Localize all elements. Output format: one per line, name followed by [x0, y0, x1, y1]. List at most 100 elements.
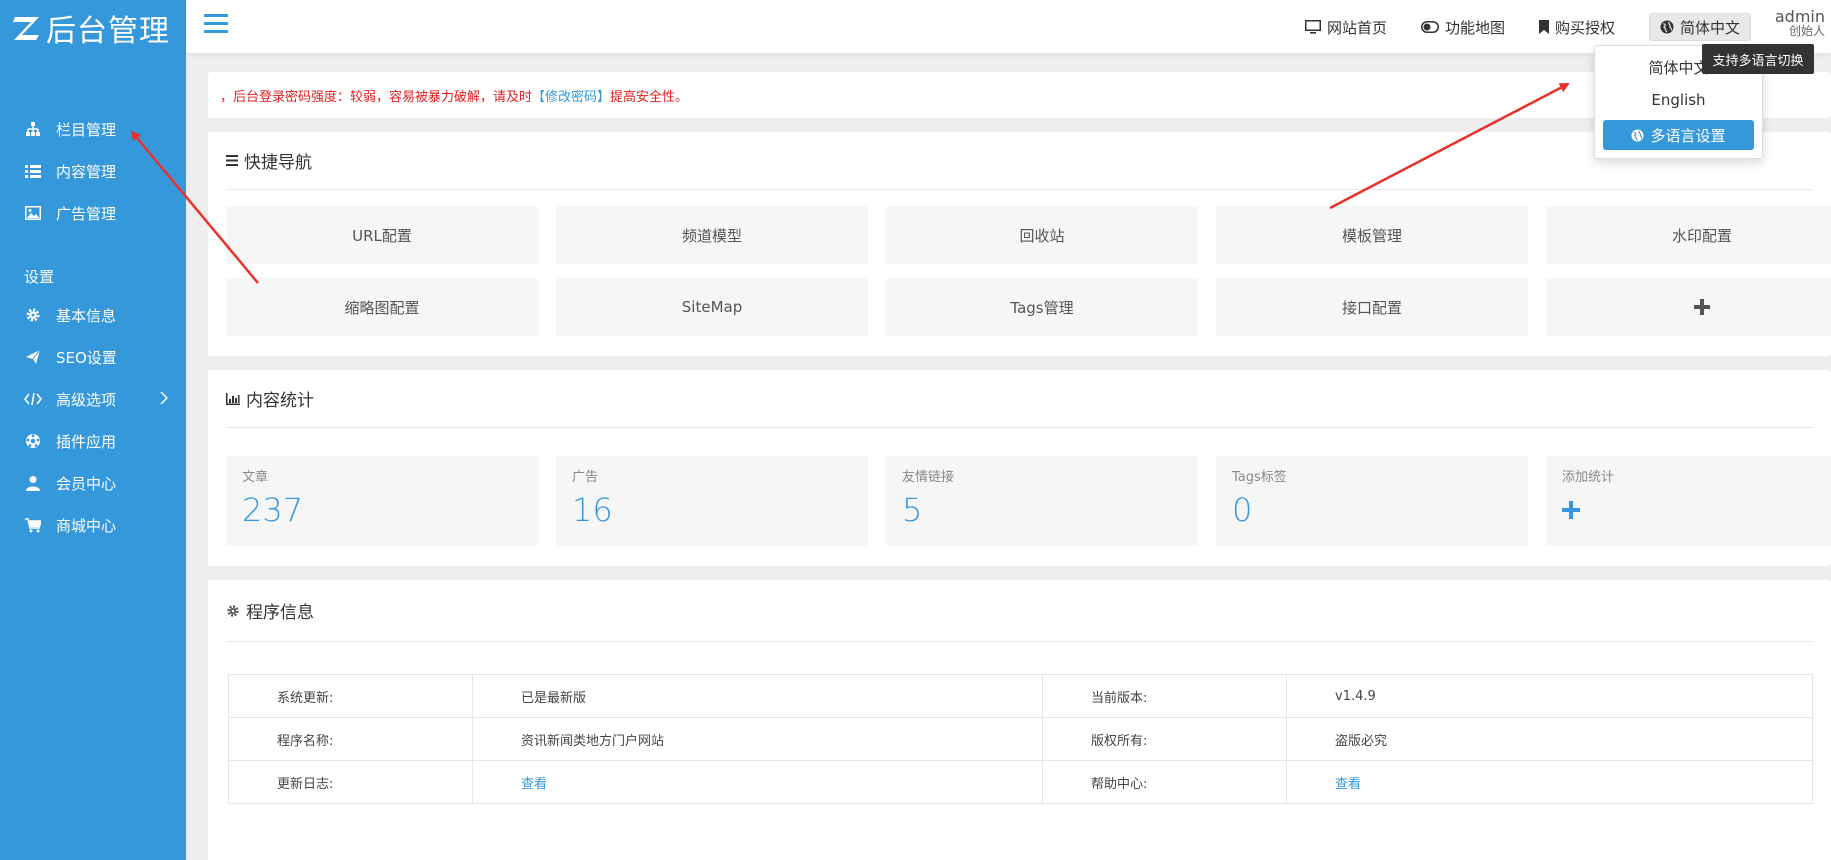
- logo-z-icon: [13, 17, 39, 40]
- quick-nav-item[interactable]: Tags管理: [886, 278, 1198, 336]
- buy-license-label: 购买授权: [1554, 18, 1615, 37]
- stat-card-tags[interactable]: Tags标签 0: [1216, 456, 1528, 546]
- stat-card-links[interactable]: 友情链接 5: [886, 456, 1198, 546]
- sidebar-item-columns[interactable]: 栏目管理: [0, 108, 186, 150]
- sidebar-item-content[interactable]: 内容管理: [0, 150, 186, 192]
- info-label: 程序名称:: [228, 717, 473, 761]
- password-alert: ，后台登录密码强度：较弱，容易被暴力破解，请及时 【修改密码】 提高安全性。: [208, 72, 1831, 118]
- user-name: admin: [1774, 7, 1825, 26]
- quick-nav-panel: 快捷导航 URL配置 频道模型 回收站 模板管理 水印配置 缩略图配置 Site…: [208, 132, 1831, 356]
- stat-label: 友情链接: [902, 470, 955, 485]
- language-settings-button[interactable]: 多语言设置: [1603, 120, 1754, 150]
- menu-toggle-icon[interactable]: [204, 14, 228, 36]
- quick-nav-item[interactable]: 缩略图配置: [226, 278, 538, 336]
- sidebar-item-shop[interactable]: 商城中心: [0, 504, 186, 546]
- list-icon: [24, 162, 42, 180]
- stats-grid: 文章 237 广告 16 友情链接 5 Tags标签 0 添加统计: [226, 428, 1831, 566]
- changelog-link[interactable]: 查看: [521, 777, 547, 792]
- quick-nav-item[interactable]: URL配置: [226, 206, 538, 264]
- stat-card-articles[interactable]: 文章 237: [226, 456, 538, 546]
- alert-text: ，后台登录密码强度：较弱，容易被暴力破解，请及时: [220, 89, 533, 105]
- info-label: 系统更新:: [228, 674, 473, 718]
- quick-nav-item[interactable]: 模板管理: [1216, 206, 1528, 264]
- logo[interactable]: 后台管理: [0, 0, 186, 56]
- change-password-link[interactable]: 【修改密码】: [532, 86, 610, 105]
- program-info-header: 程序信息: [226, 580, 1813, 642]
- puzzle-icon: [24, 432, 42, 450]
- sidebar-item-label: 高级选项: [56, 390, 117, 409]
- sidebar: 后台管理 栏目管理 内容管理 广告管理 设置 基本信息 SEO设置 高级选项 插…: [0, 0, 186, 860]
- code-icon: [24, 390, 42, 408]
- home-link-label: 网站首页: [1326, 18, 1387, 37]
- topbar: 网站首页 功能地图 购买授权 简体中文 admin 创始人: [186, 0, 1831, 54]
- info-value: 已是最新版: [472, 674, 1043, 718]
- feature-map-link[interactable]: 功能地图: [1420, 17, 1505, 38]
- language-option-en[interactable]: English: [1595, 84, 1762, 116]
- sidebar-item-label: 内容管理: [56, 162, 117, 181]
- plus-icon: [1562, 495, 1831, 525]
- quick-nav-item[interactable]: 频道模型: [556, 206, 868, 264]
- bar-chart-icon: [226, 392, 240, 405]
- user-icon: [24, 474, 42, 492]
- program-info-panel: 程序信息 系统更新: 已是最新版 当前版本: v1.4.9 程序名称: 资讯新闻…: [208, 580, 1831, 860]
- cart-icon: [24, 516, 42, 534]
- quick-nav-item[interactable]: SiteMap: [556, 278, 868, 336]
- info-label: 帮助中心:: [1042, 760, 1287, 804]
- quick-nav-item[interactable]: 水印配置: [1546, 206, 1831, 264]
- sidebar-item-basic-info[interactable]: 基本信息: [0, 294, 186, 336]
- paper-plane-icon: [24, 348, 42, 366]
- table-row: 系统更新: 已是最新版 当前版本: v1.4.9: [228, 674, 1813, 718]
- info-label: 版权所有:: [1042, 717, 1287, 761]
- bookmark-icon: [1538, 20, 1549, 34]
- logo-text: 后台管理: [46, 14, 170, 49]
- quick-nav-item[interactable]: 回收站: [886, 206, 1198, 264]
- user-role: 创始人: [1788, 24, 1825, 38]
- sidebar-section-settings: 设置: [24, 268, 55, 286]
- quick-nav-title: 快捷导航: [244, 153, 312, 173]
- buy-license-link[interactable]: 购买授权: [1538, 17, 1615, 38]
- stat-value: 16: [572, 491, 613, 529]
- stats-title: 内容统计: [246, 391, 314, 411]
- sidebar-item-ads[interactable]: 广告管理: [0, 192, 186, 234]
- help-center-link[interactable]: 查看: [1335, 777, 1361, 792]
- stat-label: 广告: [572, 470, 599, 485]
- info-label: 当前版本:: [1042, 674, 1287, 718]
- quick-nav-item[interactable]: 接口配置: [1216, 278, 1528, 336]
- sidebar-item-advanced[interactable]: 高级选项: [0, 378, 186, 420]
- globe-icon: [1631, 128, 1645, 142]
- home-link[interactable]: 网站首页: [1304, 17, 1387, 38]
- sidebar-item-label: 基本信息: [56, 306, 117, 325]
- bars-icon: [226, 155, 238, 166]
- language-switch-button[interactable]: 简体中文: [1648, 13, 1751, 41]
- alert-suffix: 提高安全性。: [610, 89, 689, 105]
- plus-icon: [1694, 299, 1710, 315]
- sidebar-item-seo[interactable]: SEO设置: [0, 336, 186, 378]
- stat-label: 文章: [242, 470, 269, 485]
- sidebar-item-members[interactable]: 会员中心: [0, 462, 186, 504]
- quick-nav-add-button[interactable]: [1546, 278, 1831, 336]
- stat-card-ads[interactable]: 广告 16: [556, 456, 868, 546]
- stat-card-add[interactable]: 添加统计: [1546, 456, 1831, 546]
- quick-nav-header: 快捷导航: [226, 132, 1813, 190]
- sidebar-item-plugins[interactable]: 插件应用: [0, 420, 186, 462]
- sidebar-item-label: 插件应用: [56, 432, 117, 451]
- program-info-body: 系统更新: 已是最新版 当前版本: v1.4.9 程序名称: 资讯新闻类地方门户…: [226, 642, 1813, 828]
- sidebar-item-label: 广告管理: [56, 204, 117, 223]
- main-content: ，后台登录密码强度：较弱，容易被暴力破解，请及时 【修改密码】 提高安全性。 快…: [208, 72, 1831, 860]
- user-menu[interactable]: admin 创始人: [1775, 9, 1825, 39]
- program-info-table: 系统更新: 已是最新版 当前版本: v1.4.9 程序名称: 资讯新闻类地方门户…: [228, 674, 1813, 804]
- program-info-title: 程序信息: [246, 603, 314, 623]
- toggle-icon: [1420, 21, 1439, 33]
- sidebar-item-label: 会员中心: [56, 474, 117, 493]
- info-value: v1.4.9: [1286, 674, 1813, 718]
- current-language: 简体中文: [1679, 18, 1740, 37]
- stat-value: 5: [902, 491, 923, 529]
- table-row: 程序名称: 资讯新闻类地方门户网站 版权所有: 盗版必究: [228, 717, 1813, 761]
- gear-icon: [24, 306, 42, 324]
- gear-icon: [226, 604, 240, 618]
- stat-label: 添加统计: [1562, 470, 1615, 485]
- stat-value: 0: [1232, 491, 1253, 529]
- sitemap-icon: [24, 120, 42, 138]
- globe-icon: [1660, 20, 1674, 34]
- chevron-right-icon: [160, 391, 169, 409]
